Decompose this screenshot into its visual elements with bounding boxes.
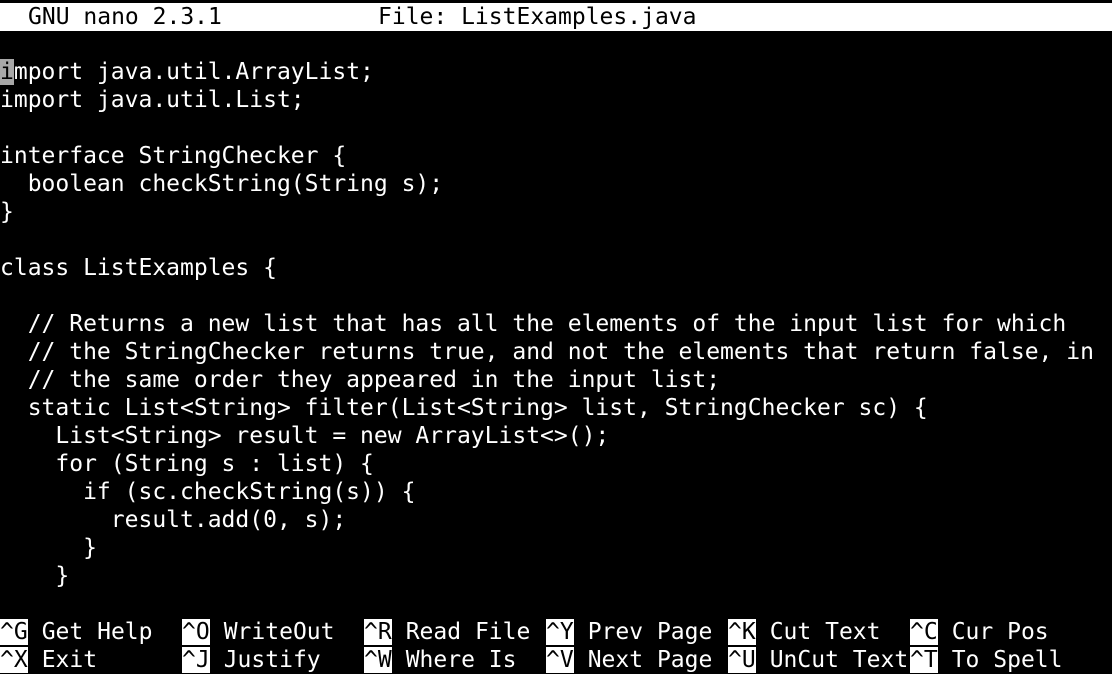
code-line[interactable]: class ListExamples { xyxy=(0,254,1112,282)
shortcut-row: ^X Exit ^J Justify ^W Where Is ^V Next Page … xyxy=(0,646,1112,674)
shortcut-writeout[interactable]: ^O WriteOut xyxy=(182,618,334,646)
shortcut-label: Get Help xyxy=(41,619,153,645)
shortcut-label: Justify xyxy=(223,647,321,673)
title-bar: GNU nano 2.3.1 File: ListExamples.java xyxy=(0,3,1112,31)
shortcut-row: ^G Get Help ^O WriteOut ^R Read File ^Y Prev… xyxy=(0,618,1112,646)
shortcut-key: ^O xyxy=(182,619,210,645)
code-line-text: mport java.util.ArrayList; xyxy=(13,59,374,85)
code-line[interactable]: result.add(0, s); xyxy=(0,506,1112,534)
shortcut-key: ^G xyxy=(0,619,28,645)
shortcut-next-page[interactable]: ^V Next Page xyxy=(546,646,712,674)
shortcut-label: WriteOut xyxy=(223,619,335,645)
shortcut-read-file[interactable]: ^R Read File xyxy=(364,618,530,646)
text-cursor: i xyxy=(0,59,14,85)
shortcut-justify[interactable]: ^J Justify xyxy=(182,646,321,674)
code-line[interactable]: } xyxy=(0,562,1112,590)
shortcut-key: ^K xyxy=(728,619,756,645)
shortcut-exit[interactable]: ^X Exit xyxy=(0,646,97,674)
shortcut-key: ^V xyxy=(546,647,574,673)
shortcut-key: ^C xyxy=(910,619,938,645)
shortcut-key: ^R xyxy=(364,619,392,645)
shortcut-label: Where Is xyxy=(405,647,517,673)
shortcut-cut-text[interactable]: ^K Cut Text xyxy=(728,618,880,646)
shortcut-label: Read File xyxy=(405,619,531,645)
shortcut-key: ^W xyxy=(364,647,392,673)
shortcut-label: Prev Page xyxy=(587,619,713,645)
shortcut-prev-page[interactable]: ^Y Prev Page xyxy=(546,618,712,646)
shortcut-label: Cur Pos xyxy=(951,619,1049,645)
shortcut-label: UnCut Text xyxy=(769,647,909,673)
shortcut-label: To Spell xyxy=(951,647,1063,673)
code-line[interactable]: if (sc.checkString(s)) { xyxy=(0,478,1112,506)
editor-area[interactable]: import java.util.ArrayList; import java.… xyxy=(0,58,1112,590)
shortcut-uncut-text[interactable]: ^U UnCut Text xyxy=(728,646,908,674)
shortcut-label: Next Page xyxy=(587,647,713,673)
code-line[interactable]: List<String> result = new ArrayList<>(); xyxy=(0,422,1112,450)
code-line[interactable] xyxy=(0,226,1112,254)
shortcut-key: ^T xyxy=(910,647,938,673)
shortcut-where-is[interactable]: ^W Where Is xyxy=(364,646,516,674)
shortcut-key: ^Y xyxy=(546,619,574,645)
shortcut-label: Cut Text xyxy=(769,619,881,645)
shortcut-key: ^U xyxy=(728,647,756,673)
shortcut-to-spell[interactable]: ^T To Spell xyxy=(910,646,1062,674)
code-line[interactable]: static List<String> filter(List<String> … xyxy=(0,394,1112,422)
code-line[interactable] xyxy=(0,282,1112,310)
file-title: File: ListExamples.java xyxy=(378,4,697,30)
code-line[interactable]: boolean checkString(String s); xyxy=(0,170,1112,198)
code-line[interactable]: } xyxy=(0,534,1112,562)
code-line[interactable]: import java.util.ArrayList; xyxy=(0,58,1112,86)
code-line[interactable]: interface StringChecker { xyxy=(0,142,1112,170)
shortcut-label: Exit xyxy=(41,647,98,673)
code-line[interactable]: import java.util.List; xyxy=(0,86,1112,114)
code-line[interactable]: // Returns a new list that has all the e… xyxy=(0,310,1112,338)
shortcut-bar: ^G Get Help ^O WriteOut ^R Read File ^Y Prev… xyxy=(0,618,1112,674)
shortcut-cur-pos[interactable]: ^C Cur Pos xyxy=(910,618,1049,646)
code-line[interactable]: } xyxy=(0,198,1112,226)
code-line[interactable]: for (String s : list) { xyxy=(0,450,1112,478)
shortcut-key: ^X xyxy=(0,647,28,673)
app-title: GNU nano 2.3.1 xyxy=(28,4,222,30)
shortcut-get-help[interactable]: ^G Get Help xyxy=(0,618,152,646)
code-line[interactable]: // the StringChecker returns true, and n… xyxy=(0,338,1112,366)
code-line[interactable]: // the same order they appeared in the i… xyxy=(0,366,1112,394)
code-line[interactable] xyxy=(0,114,1112,142)
shortcut-key: ^J xyxy=(182,647,210,673)
